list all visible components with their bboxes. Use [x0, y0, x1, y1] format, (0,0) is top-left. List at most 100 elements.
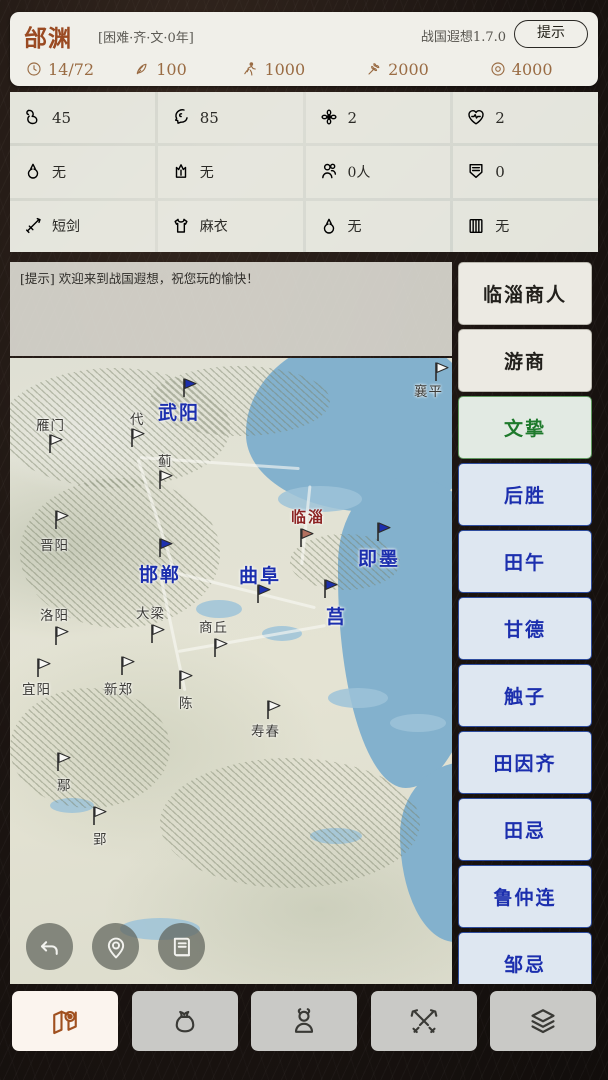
npc-item[interactable]: 后胜: [458, 463, 592, 526]
npc-item[interactable]: 鲁仲连: [458, 865, 592, 928]
brain-icon: [171, 107, 192, 128]
map-flag-marker[interactable]: [54, 626, 71, 645]
map-flag-marker[interactable]: [158, 538, 175, 557]
map-place-label[interactable]: 宜阳: [22, 678, 51, 698]
stat-cell-1[interactable]: 85: [157, 92, 303, 144]
map-place-label[interactable]: 曲阜: [239, 561, 281, 588]
map-place-label[interactable]: 陈: [179, 692, 194, 712]
map-place-label[interactable]: 商丘: [199, 616, 228, 636]
map-place-label[interactable]: 莒: [326, 602, 347, 629]
map-flag-marker[interactable]: [150, 624, 167, 643]
stat-cell-9[interactable]: 麻衣: [157, 200, 303, 252]
map-control-location-pin[interactable]: [92, 923, 139, 970]
resource-value: 1000: [264, 59, 306, 79]
header-top-row: 邰渊 [困难·齐·文·0年] 战国遐想1.7.0 提示: [10, 12, 598, 52]
map-place-label[interactable]: 邯郸: [139, 560, 181, 587]
map-flag-marker[interactable]: [178, 670, 195, 689]
heart-icon: [466, 107, 487, 128]
map-flag-marker[interactable]: [182, 378, 199, 397]
stat-cell-10[interactable]: 无: [305, 200, 451, 252]
map-place-label[interactable]: 代: [130, 408, 145, 428]
stat-cell-8[interactable]: 短剑: [10, 200, 155, 252]
nav-tab-map[interactable]: [12, 991, 118, 1051]
map-place-label[interactable]: 蓟: [158, 450, 173, 470]
map-flag-marker[interactable]: [213, 638, 230, 657]
npc-item[interactable]: 田因齐: [458, 731, 592, 794]
map-place-label[interactable]: 洛阳: [40, 604, 69, 624]
resource-item-0: 14/72: [26, 60, 134, 79]
map-flag-marker[interactable]: [434, 362, 451, 381]
npc-item[interactable]: 游商: [458, 329, 592, 392]
npc-item[interactable]: 文挚: [458, 396, 592, 459]
stat-value: 85: [199, 108, 219, 127]
npc-item[interactable]: 邹忌: [458, 932, 592, 984]
map-place-label[interactable]: 武阳: [158, 398, 200, 425]
map-flag-marker[interactable]: [48, 434, 65, 453]
map-flag-marker[interactable]: [36, 658, 53, 677]
resource-item-1: 100: [134, 60, 242, 79]
mountain-range: [10, 688, 170, 808]
map-flag-marker[interactable]: [54, 510, 71, 529]
map-flag-marker[interactable]: [120, 656, 137, 675]
map-flag-marker[interactable]: [299, 528, 316, 547]
nav-tab-layers[interactable]: [490, 991, 596, 1051]
stat-cell-6[interactable]: 0人: [305, 146, 451, 198]
nav-tab-person[interactable]: [251, 991, 357, 1051]
map-place-label[interactable]: 临淄: [291, 506, 325, 527]
map-place-label[interactable]: 雁门: [36, 414, 65, 434]
npc-item[interactable]: 触子: [458, 664, 592, 727]
map-place-label[interactable]: 襄平: [414, 380, 443, 400]
map-place-label[interactable]: 晋阳: [40, 534, 69, 554]
tip-log-box[interactable]: [提示] 欢迎来到战国遐想，祝您玩的愉快！: [10, 262, 452, 356]
map-flag-marker[interactable]: [266, 700, 283, 719]
npc-sidebar[interactable]: 临淄商人 游商 文挚 后胜 田午 甘德 触子 田因齐 田忌 鲁仲连 邹忌: [458, 262, 592, 984]
undo-icon: [37, 934, 63, 960]
pouch-icon: [170, 1006, 200, 1036]
map-icon: [50, 1006, 80, 1036]
clock-icon: [26, 61, 43, 78]
map-place-label[interactable]: 即墨: [358, 544, 400, 571]
sea-yellow: [338, 478, 452, 788]
map-flag-marker[interactable]: [92, 806, 109, 825]
stat-cell-5[interactable]: 无: [157, 146, 303, 198]
map-flag-marker[interactable]: [323, 579, 340, 598]
mountain-range: [160, 758, 420, 888]
map-place-label[interactable]: 寿春: [251, 720, 280, 740]
nav-tab-swords[interactable]: [370, 991, 477, 1051]
map-place-label[interactable]: 鄢: [57, 774, 72, 794]
jade-icon: [319, 216, 340, 237]
layers-icon: [528, 1006, 558, 1036]
stat-cell-0[interactable]: 45: [10, 92, 155, 144]
map-flag-marker[interactable]: [158, 470, 175, 489]
map-flag-marker[interactable]: [56, 752, 73, 771]
npc-item[interactable]: 田午: [458, 530, 592, 593]
stat-cell-11[interactable]: 无: [453, 200, 598, 252]
stat-cell-2[interactable]: 2: [305, 92, 451, 144]
runner-icon: [242, 61, 259, 78]
stat-value: 无: [347, 219, 362, 236]
stat-cell-3[interactable]: 2: [453, 92, 598, 144]
stat-cell-7[interactable]: 0: [453, 146, 598, 198]
map-flag-marker[interactable]: [376, 522, 393, 541]
nav-tab-pouch[interactable]: [131, 991, 238, 1051]
stat-cell-4[interactable]: 无: [10, 146, 155, 198]
map-place-label[interactable]: 郢: [93, 828, 108, 848]
map-control-undo[interactable]: [26, 923, 73, 970]
stat-value: 0人: [347, 164, 371, 181]
npc-item[interactable]: 田忌: [458, 798, 592, 861]
map-place-label[interactable]: 大梁: [136, 602, 165, 622]
npc-item[interactable]: 甘德: [458, 597, 592, 660]
badge-icon: [466, 161, 487, 182]
resource-item-2: 1000: [242, 60, 366, 79]
muscle-icon: [23, 107, 44, 128]
map-panel[interactable]: 武阳 襄平雁门 代蓟晋阳 临淄即墨邯郸 曲阜莒 洛阳 大梁商丘宜阳 新郑陈寿春鄢郢: [10, 358, 452, 984]
stat-value: 无: [199, 164, 214, 181]
map-flag-marker[interactable]: [130, 428, 147, 447]
person-icon: [289, 1006, 319, 1036]
hint-button[interactable]: 提示: [514, 20, 588, 48]
people-icon: [319, 161, 340, 182]
bottom-nav: [0, 984, 608, 1080]
map-control-journal[interactable]: [158, 923, 205, 970]
npc-item[interactable]: 临淄商人: [458, 262, 592, 325]
map-place-label[interactable]: 新郑: [104, 678, 133, 698]
